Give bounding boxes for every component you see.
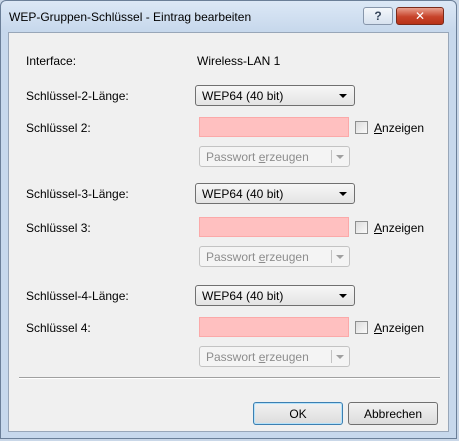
chevron-down-icon [339, 294, 347, 298]
generate-text-rest: rzeugen [265, 350, 309, 364]
help-button[interactable]: ? [363, 7, 393, 25]
title-bar[interactable]: WEP-Gruppen-Schlüssel - Eintrag bearbeit… [1, 1, 456, 33]
key3-label: Schlüssel 3: [26, 221, 91, 235]
cancel-button[interactable]: Abbrechen [348, 402, 438, 425]
key3-input[interactable] [199, 217, 349, 237]
chevron-down-icon[interactable] [336, 355, 344, 359]
key2-length-select[interactable]: WEP64 (40 bit) [195, 85, 355, 106]
key3-length-label: Schlüssel-3-Länge: [26, 187, 129, 201]
key4-length-label: Schlüssel-4-Länge: [26, 289, 129, 303]
key3-generate-button[interactable]: Passwort erzeugen [199, 246, 350, 267]
key2-generate-button[interactable]: Passwort erzeugen [199, 146, 350, 167]
key2-length-label: Schlüssel-2-Länge: [26, 89, 129, 103]
generate-label: Passwort erzeugen [206, 150, 309, 164]
accelerator-key: A [374, 121, 383, 135]
close-icon: ✕ [414, 9, 426, 23]
key4-show-checkbox[interactable] [355, 321, 368, 334]
generate-label: Passwort erzeugen [206, 250, 309, 264]
chevron-down-icon[interactable] [336, 155, 344, 159]
close-button[interactable]: ✕ [396, 7, 444, 25]
accelerator-key: A [374, 321, 383, 335]
cancel-button-label: Abbrechen [363, 406, 423, 421]
generate-text: Passwort [206, 150, 259, 164]
dialog-window: WEP-Gruppen-Schlüssel - Eintrag bearbeit… [0, 0, 457, 439]
key2-show-label[interactable]: Anzeigen [374, 121, 424, 135]
ok-button-label: OK [289, 406, 307, 421]
chevron-down-icon[interactable] [336, 255, 344, 259]
interface-value: Wireless-LAN 1 [197, 54, 281, 68]
chevron-down-icon [339, 94, 347, 98]
label-text: nzeigen [382, 121, 425, 135]
key4-show-label[interactable]: Anzeigen [374, 321, 424, 335]
key4-length-select[interactable]: WEP64 (40 bit) [195, 285, 355, 306]
key2-length-value: WEP64 (40 bit) [202, 89, 284, 103]
key3-show-checkbox[interactable] [355, 221, 368, 234]
generate-label: Passwort erzeugen [206, 350, 309, 364]
generate-text: Passwort [206, 250, 259, 264]
ok-button[interactable]: OK [253, 402, 343, 425]
chevron-down-icon [339, 192, 347, 196]
label-text: nzeigen [382, 321, 425, 335]
split-separator [331, 150, 332, 163]
generate-text: Passwort [206, 350, 259, 364]
split-separator [331, 350, 332, 363]
key3-length-select[interactable]: WEP64 (40 bit) [195, 183, 355, 204]
key4-length-value: WEP64 (40 bit) [202, 289, 284, 303]
window-title: WEP-Gruppen-Schlüssel - Eintrag bearbeit… [9, 10, 252, 24]
dialog-content: Interface: Wireless-LAN 1 Schlüssel-2-Lä… [8, 32, 449, 432]
question-mark-icon: ? [374, 9, 382, 23]
key3-show-label[interactable]: Anzeigen [374, 221, 424, 235]
key2-show-checkbox[interactable] [355, 121, 368, 134]
key2-input[interactable] [199, 117, 349, 137]
divider [19, 377, 440, 379]
generate-text-rest: rzeugen [265, 250, 309, 264]
interface-label: Interface: [26, 54, 77, 68]
accelerator-key: A [374, 221, 383, 235]
generate-text-rest: rzeugen [265, 150, 309, 164]
key2-label: Schlüssel 2: [26, 121, 91, 135]
label-text: nzeigen [382, 221, 425, 235]
key3-length-value: WEP64 (40 bit) [202, 187, 284, 201]
split-separator [331, 250, 332, 263]
key4-generate-button[interactable]: Passwort erzeugen [199, 346, 350, 367]
key4-input[interactable] [199, 317, 349, 337]
key4-label: Schlüssel 4: [26, 321, 91, 335]
